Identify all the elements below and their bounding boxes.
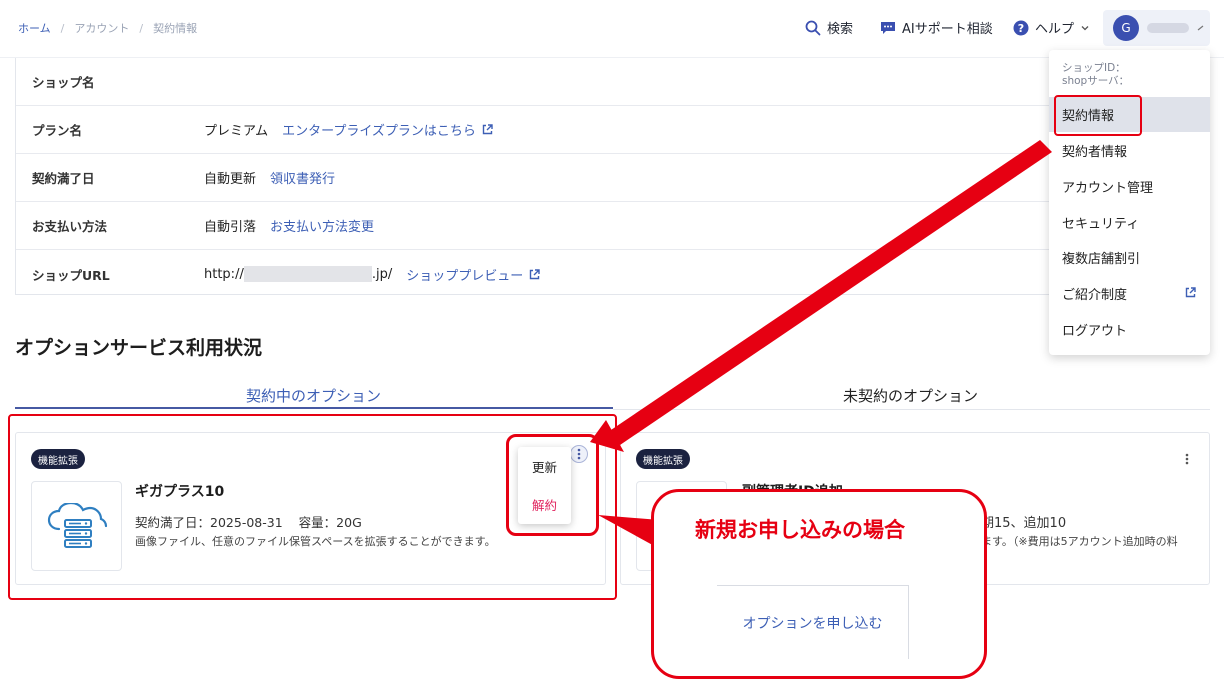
apply-option-button[interactable]: オプションを申し込む [717,585,909,659]
annotation-arrow [590,140,1052,548]
callout-text: 新規お申し込みの場合 [695,518,905,542]
